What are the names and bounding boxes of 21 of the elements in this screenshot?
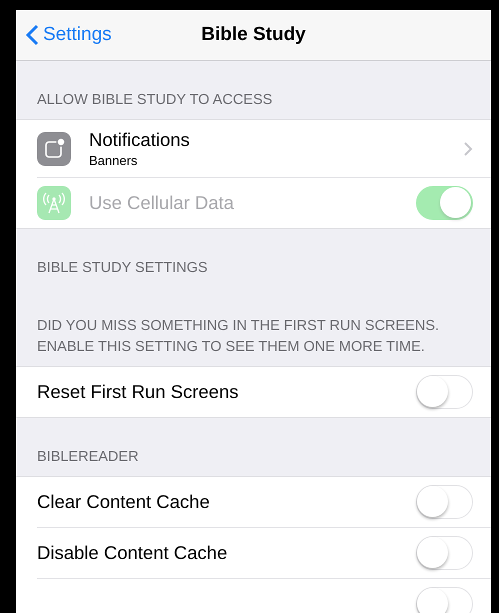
toggle-switch[interactable] — [416, 485, 473, 519]
setting-label: Use Cellular Data — [89, 192, 235, 214]
chevron-icon — [463, 140, 473, 156]
notifications-icon — [37, 132, 71, 166]
row-title: Notifications — [89, 129, 191, 151]
section-header: ALLOW BIBLE STUDY TO ACCESS — [36, 91, 274, 110]
row-subtitle: Banners — [89, 153, 138, 168]
section-header: BIBLE STUDY SETTINGS — [36, 259, 209, 278]
toggle-switch[interactable] — [416, 587, 473, 613]
toggle-switch[interactable] — [416, 375, 473, 409]
toggle-switch[interactable] — [416, 536, 473, 570]
antenna-icon — [37, 186, 71, 220]
back-chevron-icon — [26, 24, 39, 46]
section-header: BIBLEREADER — [36, 448, 140, 467]
notifications-row[interactable]: Notifications Banners — [37, 120, 491, 178]
back-button[interactable]: Settings — [16, 24, 112, 46]
setting-label: Reset First Run Screens — [37, 381, 240, 403]
setting-label: Clear Content Cache — [37, 491, 211, 513]
setting-label: Disable Content Cache — [37, 542, 228, 564]
screen-title: Bible Study — [201, 24, 306, 46]
section-header: DID YOU MISS SOMETHING IN THE FIRST RUN SCREENS. ENABLE THIS SETTING TO SEE THEM ONE MORE TIME. — [36, 317, 440, 357]
